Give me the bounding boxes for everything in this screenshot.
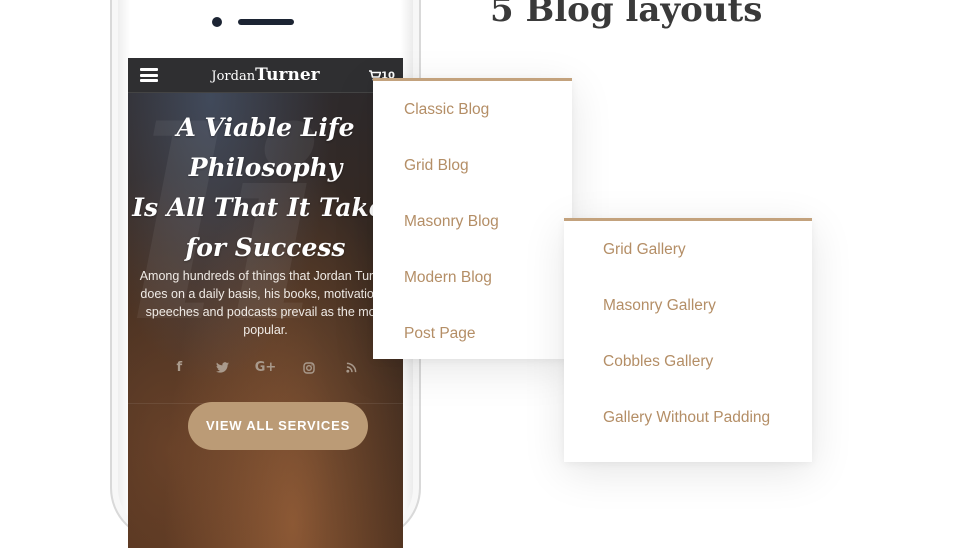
brand-logo[interactable]: JordanTurner: [128, 65, 403, 85]
hero-title-line: Philosophy: [188, 153, 343, 182]
phone-screen: li JordanTurner 10 A Viable Life Philoso…: [128, 58, 403, 548]
menu-item-post-page[interactable]: Post Page: [404, 324, 476, 344]
blog-dropdown-menu: Classic Blog Grid Blog Masonry Blog Mode…: [373, 78, 572, 359]
social-links: f G+: [128, 356, 403, 375]
hero-title-line: Is All That It Takes: [132, 193, 399, 222]
menu-item-classic-blog[interactable]: Classic Blog: [404, 100, 489, 120]
hero-title-line: for Success: [185, 233, 346, 262]
menu-item-cobbles-gallery[interactable]: Cobbles Gallery: [603, 352, 713, 372]
menu-item-masonry-blog[interactable]: Masonry Blog: [404, 212, 499, 232]
gallery-dropdown-menu: Grid Gallery Masonry Gallery Cobbles Gal…: [564, 218, 812, 462]
rss-icon[interactable]: [341, 360, 363, 375]
menu-item-grid-blog[interactable]: Grid Blog: [404, 156, 469, 176]
google-plus-icon[interactable]: G+: [255, 360, 277, 375]
page-title: 5 Blog layouts: [490, 0, 763, 30]
hero-description: Among hundreds of things that Jordan Tur…: [139, 269, 392, 337]
instagram-icon[interactable]: [298, 360, 320, 375]
menu-item-masonry-gallery[interactable]: Masonry Gallery: [603, 296, 716, 316]
menu-item-gallery-without-padding[interactable]: Gallery Without Padding: [603, 408, 770, 428]
hero-title-line: A Viable Life: [176, 113, 355, 142]
phone-speaker: [238, 19, 294, 25]
menu-item-modern-blog[interactable]: Modern Blog: [404, 268, 492, 288]
brand-first-name: Jordan: [211, 69, 256, 84]
facebook-icon[interactable]: f: [168, 360, 190, 375]
menu-item-grid-gallery[interactable]: Grid Gallery: [603, 240, 686, 260]
hero-title: A Viable Life Philosophy Is All That It …: [128, 108, 403, 268]
view-all-services-button[interactable]: VIEW ALL SERVICES: [188, 402, 368, 450]
phone-camera: [212, 17, 222, 27]
brand-last-name: Turner: [255, 65, 320, 85]
mobile-header: JordanTurner 10: [128, 58, 403, 93]
twitter-icon[interactable]: [211, 360, 233, 375]
